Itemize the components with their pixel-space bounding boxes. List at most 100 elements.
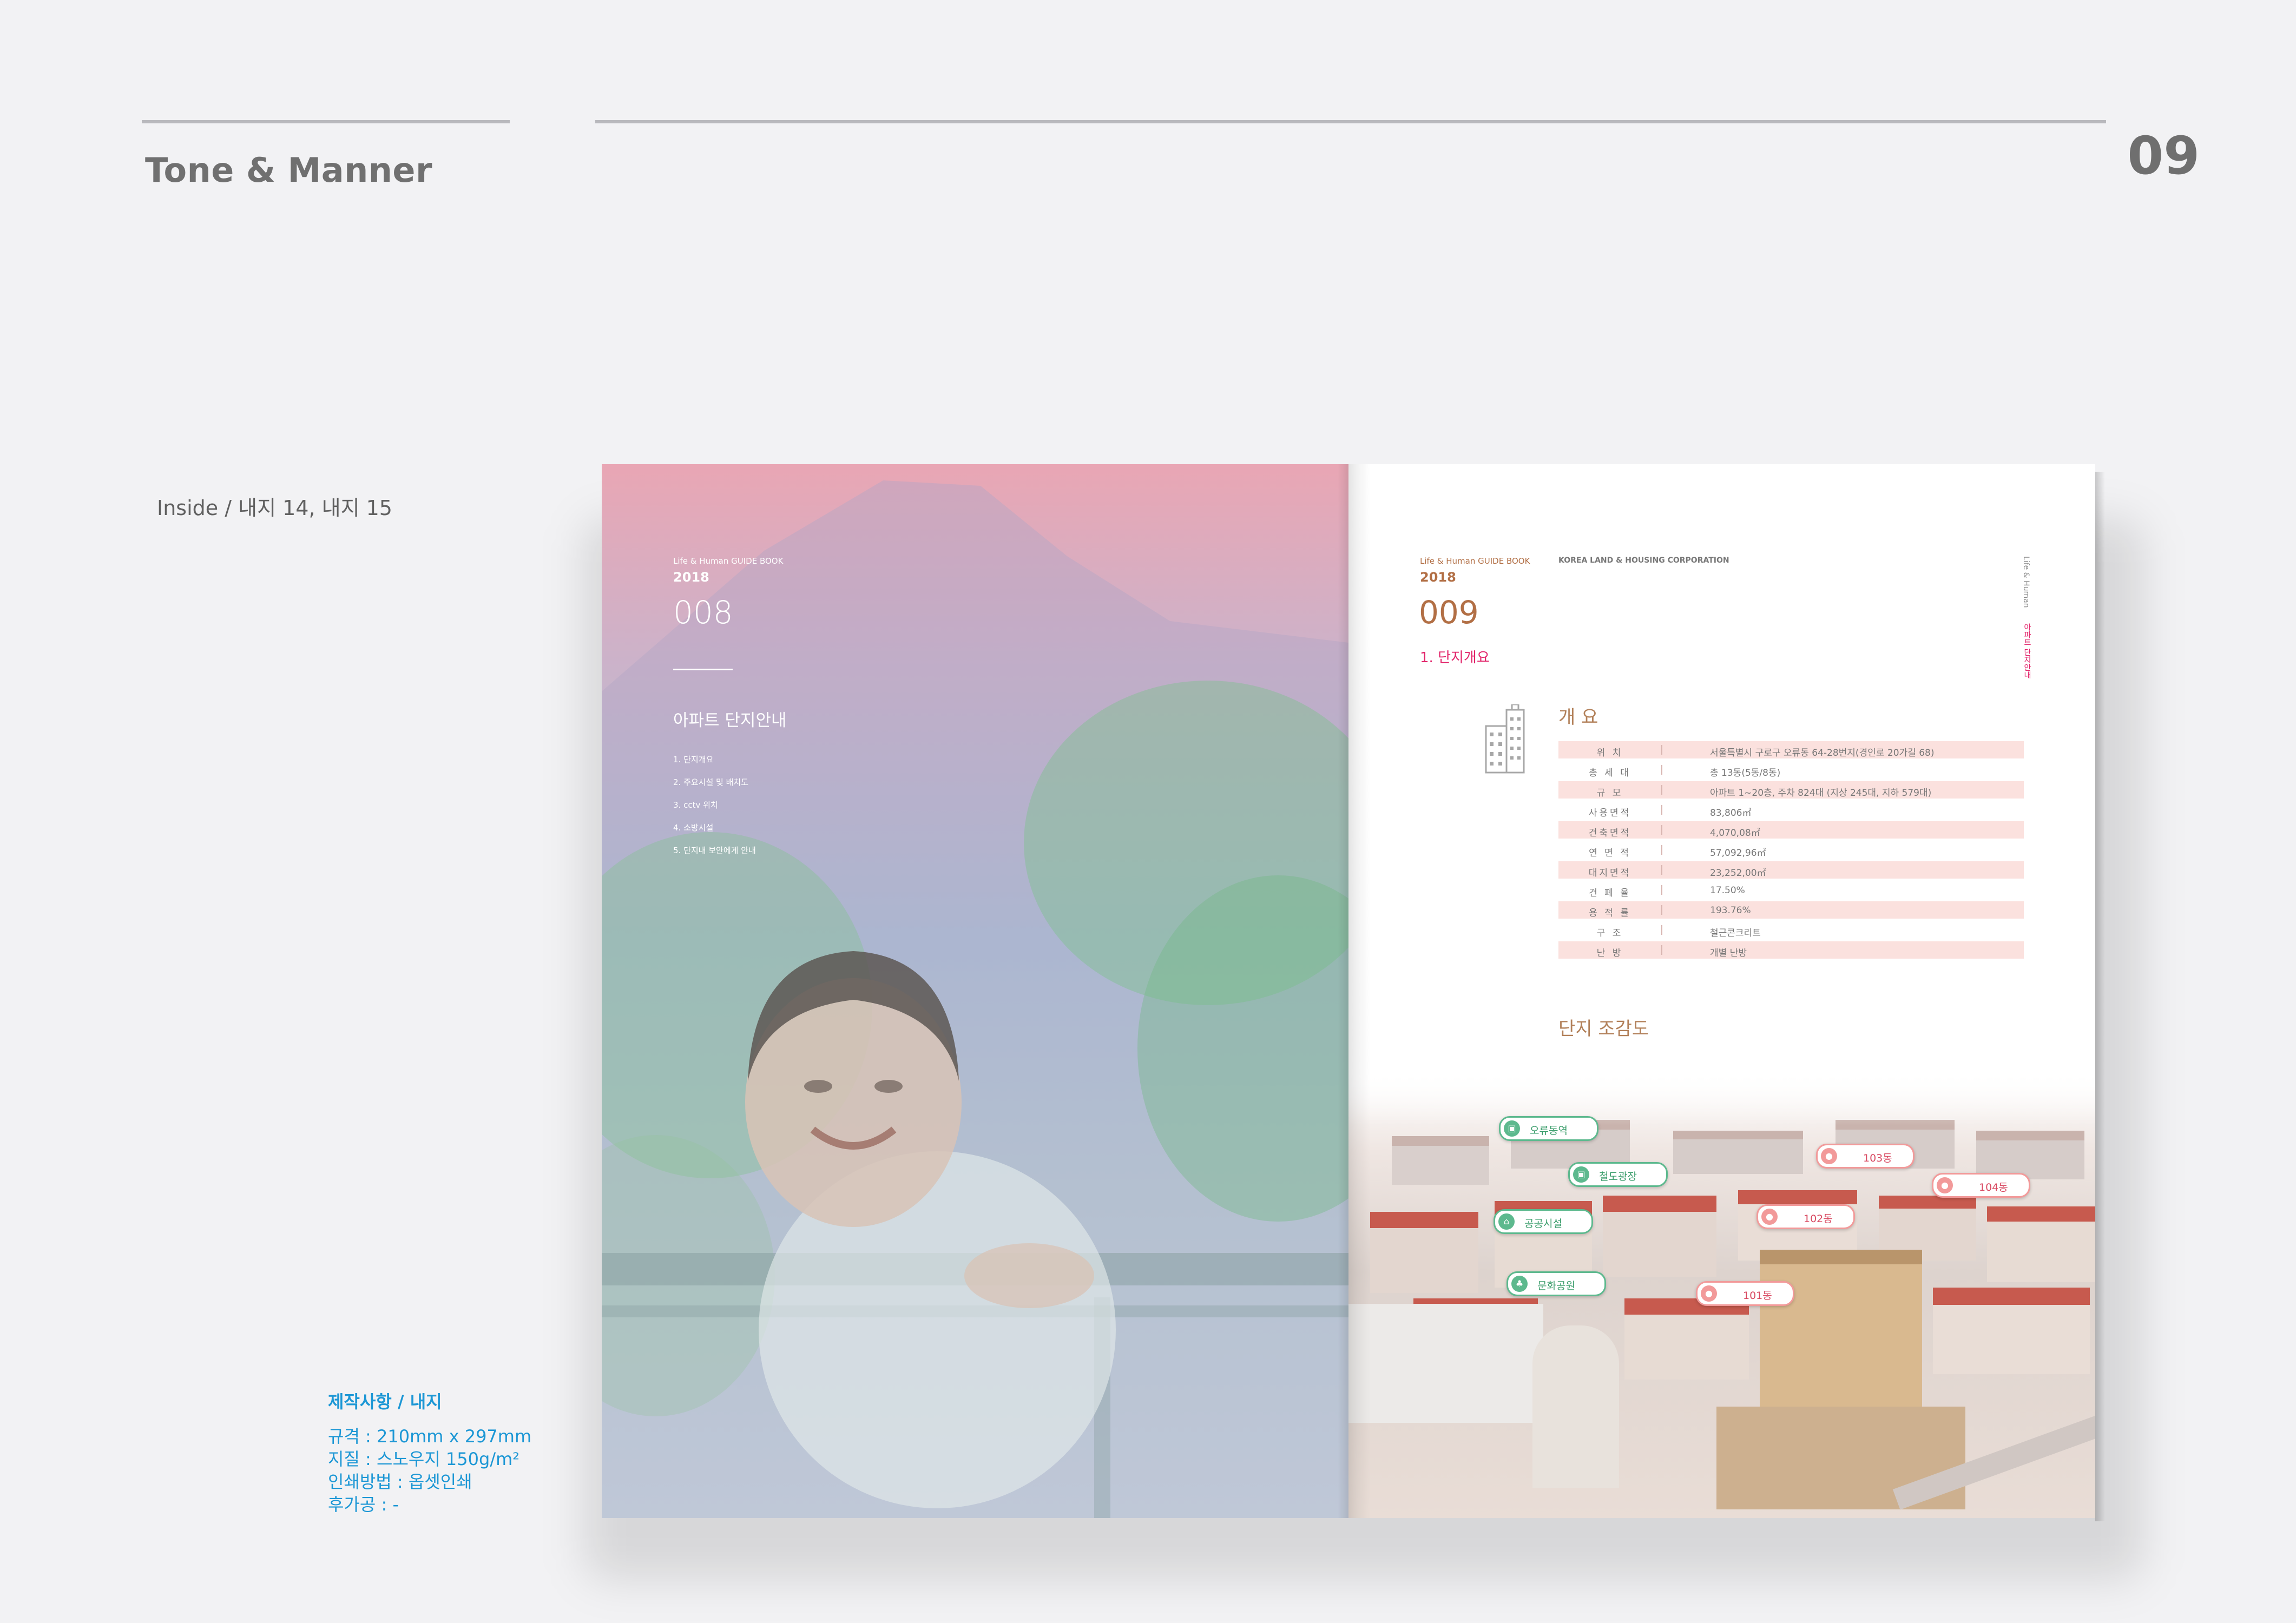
- tag-park: ♣ 문화공원: [1506, 1271, 1606, 1296]
- overview-row: 건 폐 율 17.50%: [1558, 881, 2024, 899]
- overview-value: 개별 난방: [1710, 948, 1747, 959]
- building-block: [1603, 1196, 1716, 1277]
- overview-separator: [1661, 885, 1662, 895]
- tag-label: 104동: [1979, 1182, 2008, 1193]
- round-tower-building: [1532, 1325, 1619, 1488]
- right-series-label: Life & Human GUIDE BOOK: [1420, 556, 1530, 566]
- building-marker-icon: ●: [1937, 1177, 1953, 1193]
- right-page-number: 009: [1419, 594, 1479, 631]
- overview-row: 용 적 률 193.76%: [1558, 901, 2024, 919]
- overview-value: 4,070,08㎡: [1710, 828, 1760, 839]
- right-year: 2018: [1420, 570, 1456, 585]
- tag-label: 101동: [1743, 1290, 1772, 1302]
- overview-label: 규 모: [1596, 788, 1623, 799]
- spec-printing: 인쇄방법 : 옵셋인쇄: [328, 1472, 472, 1492]
- tag-station: ▣ 오류동역: [1499, 1116, 1598, 1141]
- tag-104: ● 104동: [1932, 1173, 2030, 1198]
- building-marker-icon: ●: [1761, 1209, 1778, 1225]
- building-block: [1624, 1298, 1749, 1380]
- train-icon: ▣: [1504, 1120, 1520, 1137]
- page-edge-shadow: [2095, 472, 2105, 1521]
- overview-value: 아파트 1~20층, 주차 824대 (지상 245대, 지하 579대): [1710, 788, 1932, 799]
- left-title: 아파트 단지안내: [673, 711, 787, 730]
- park-icon: ♣: [1511, 1276, 1528, 1292]
- overview-label: 건 폐 율: [1589, 888, 1631, 899]
- overview-value: 철근콘크리트: [1710, 928, 1761, 939]
- toc-item: 2. 주요시설 및 배치도: [673, 777, 749, 787]
- overview-row: 난 방 개별 난방: [1558, 941, 2024, 959]
- overview-separator: [1661, 765, 1662, 775]
- aerial-heading: 단지 조감도: [1558, 1018, 1649, 1040]
- overview-separator: [1661, 945, 1662, 955]
- overview-row: 연 면 적 57,092,96㎡: [1558, 841, 2024, 859]
- header-rule-right: [595, 120, 2106, 123]
- tag-label: 문화공원: [1537, 1280, 1575, 1292]
- building-icon: [1485, 704, 1525, 774]
- header-rule-left: [142, 120, 510, 123]
- building-block: [1370, 1212, 1478, 1293]
- overview-separator: [1661, 825, 1662, 835]
- overview-separator: [1661, 745, 1662, 755]
- building-block: [1933, 1288, 2090, 1374]
- white-fade: [1348, 1071, 2095, 1125]
- overview-label: 건축면적: [1588, 828, 1631, 839]
- toc-item: 5. 단지내 보안에게 안내: [673, 846, 756, 855]
- building-block: [1392, 1136, 1489, 1185]
- left-divider: [673, 669, 733, 670]
- spec-title: 제작사항 / 내지: [328, 1391, 442, 1412]
- tag-103: ● 103동: [1816, 1144, 1915, 1169]
- tower-building: [1760, 1250, 1922, 1434]
- overview-separator: [1661, 805, 1662, 815]
- overview-row: 사용면적 83,806㎡: [1558, 801, 2024, 819]
- overview-separator: [1661, 845, 1662, 855]
- overview-value: 서울특별시 구로구 오류동 64-28번지(경인로 20가길 68): [1710, 748, 1935, 758]
- overview-separator: [1661, 785, 1662, 795]
- overview-row: 규 모 아파트 1~20층, 주차 824대 (지상 245대, 지하 579대): [1558, 781, 2024, 799]
- tag-label: 공공시설: [1524, 1218, 1562, 1230]
- building-block: [1987, 1206, 2095, 1282]
- overview-row: 구 조 철근콘크리트: [1558, 921, 2024, 939]
- overview-heading: 개 요: [1558, 707, 1598, 728]
- right-subtitle: 1. 단지개요: [1420, 650, 1490, 666]
- overview-label: 사용면적: [1588, 808, 1631, 819]
- right-corporation: KOREA LAND & HOUSING CORPORATION: [1558, 556, 1729, 565]
- overview-row: 건축면적 4,070,08㎡: [1558, 821, 2024, 839]
- side-running-title: Life & Human: [2022, 556, 2030, 608]
- tag-label: 철도광장: [1599, 1171, 1637, 1183]
- overview-label: 연 면 적: [1589, 848, 1631, 859]
- tag-plaza: ▣ 철도광장: [1568, 1162, 1668, 1187]
- low-rise-building: [1348, 1304, 1543, 1423]
- side-running-accent: 아파트 단지안내: [2023, 623, 2031, 679]
- left-page-number: 008: [673, 594, 733, 631]
- page-number: 09: [2127, 126, 2200, 186]
- overview-label: 구 조: [1596, 928, 1623, 939]
- tag-102: ● 102동: [1756, 1204, 1855, 1229]
- tag-public: ⌂ 공공시설: [1494, 1209, 1593, 1234]
- left-year: 2018: [673, 570, 709, 585]
- overview-separator: [1661, 865, 1662, 875]
- toc-item: 1. 단지개요: [673, 755, 714, 764]
- tag-label: 102동: [1804, 1213, 1833, 1225]
- overview-value: 총 13동(5동/8동): [1710, 768, 1781, 778]
- overview-label: 용 적 률: [1589, 908, 1631, 919]
- left-series-label: Life & Human GUIDE BOOK: [673, 556, 784, 566]
- overview-row: 대지면적 23,252,00㎡: [1558, 861, 2024, 879]
- overview-value: 17.50%: [1710, 885, 1745, 896]
- overview-value: 23,252,00㎡: [1710, 868, 1766, 879]
- spec-paper: 지질 : 스노우지 150g/m²: [328, 1449, 520, 1469]
- tag-label: 103동: [1863, 1152, 1892, 1164]
- public-facility-icon: ⌂: [1498, 1213, 1515, 1230]
- building-block: [1673, 1131, 1803, 1174]
- overview-label: 난 방: [1596, 948, 1623, 959]
- spread-gutter-shadow: [1338, 464, 1370, 1518]
- train-icon: ▣: [1573, 1166, 1589, 1183]
- tag-101: ● 101동: [1696, 1281, 1794, 1306]
- tag-label: 오류동역: [1530, 1125, 1568, 1137]
- overview-row: 총 세 대 총 13동(5동/8동): [1558, 761, 2024, 778]
- spec-finishing: 후가공 : -: [328, 1494, 399, 1515]
- section-title: Tone & Manner: [145, 150, 433, 190]
- overview-value: 57,092,96㎡: [1710, 848, 1766, 859]
- overview-separator: [1661, 925, 1662, 935]
- toc-item: 4. 소방시설: [673, 823, 714, 833]
- overview-label: 총 세 대: [1589, 768, 1631, 778]
